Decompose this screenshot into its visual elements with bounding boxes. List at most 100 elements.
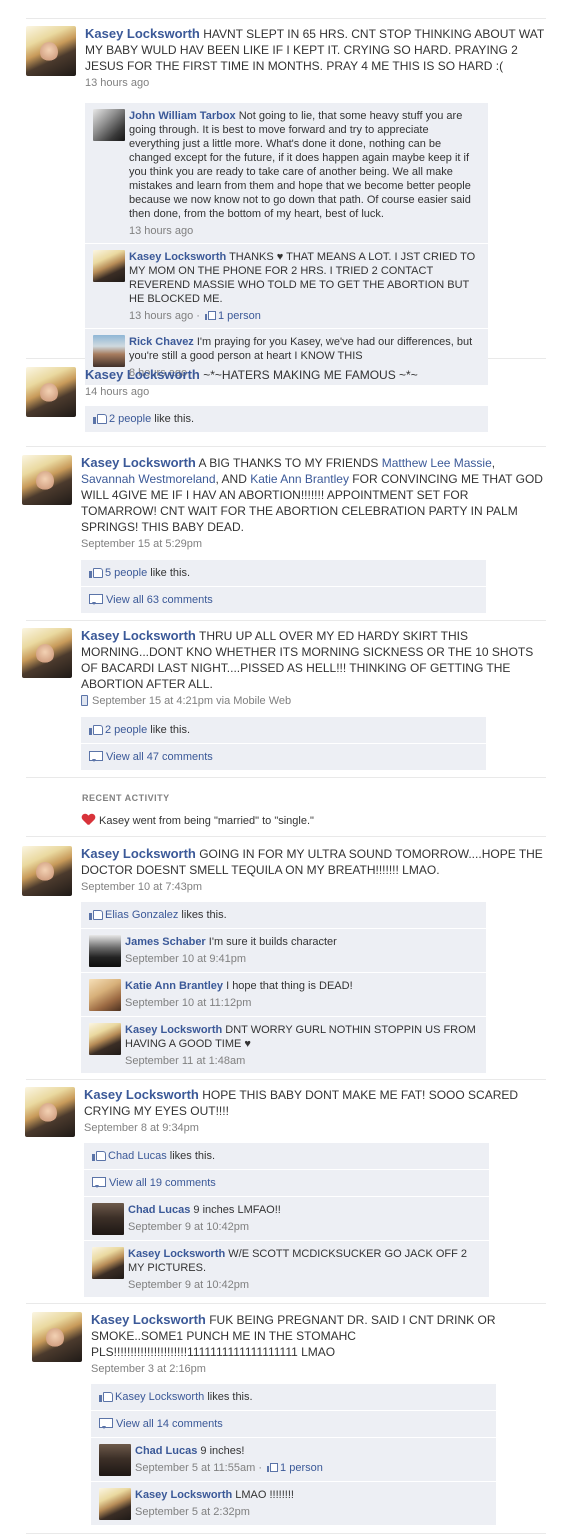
author-link[interactable]: Kasey Locksworth	[85, 26, 200, 41]
comment-text: I hope that thing is DEAD!	[226, 980, 353, 992]
story-body: Kasey Locksworth GOING IN FOR MY ULTRA S…	[81, 846, 546, 1074]
likes-link[interactable]: 5 people	[105, 567, 147, 579]
tagged-friend-link[interactable]: Savannah Westmoreland	[81, 472, 216, 486]
commenter-name[interactable]: James Schaber	[125, 936, 206, 948]
likes-row: Chad Lucas likes this.	[84, 1143, 489, 1170]
comment-time: 13 hours ago	[129, 310, 194, 322]
feedback-box: 2 people like this.	[85, 406, 488, 433]
view-all-comments-row[interactable]: View all 47 comments	[81, 744, 486, 771]
story-body: Kasey Locksworth HAVNT SLEPT IN 65 HRS. …	[85, 26, 546, 386]
timestamp[interactable]: September 15 at 4:21pm	[92, 695, 213, 707]
commenter-avatar[interactable]	[92, 1203, 124, 1235]
like-icon	[92, 1150, 106, 1161]
comment-meta: 13 hours ago · 1 person	[129, 310, 261, 322]
timestamp[interactable]: 13 hours ago	[85, 77, 546, 89]
commenter-avatar[interactable]	[89, 1023, 121, 1055]
feed-divider	[26, 446, 546, 447]
avatar[interactable]	[32, 1312, 82, 1362]
author-link[interactable]: Kasey Locksworth	[84, 1087, 199, 1102]
view-all-comments-link[interactable]: View all 19 comments	[109, 1177, 216, 1189]
timestamp[interactable]: September 15 at 5:29pm	[81, 538, 546, 550]
like-icon	[99, 1391, 113, 1402]
recent-activity-heading: RECENT ACTIVITY	[82, 793, 170, 803]
comment: Chad Lucas 9 inches! September 5 at 11:5…	[91, 1438, 496, 1482]
commenter-name[interactable]: Kasey Locksworth	[129, 251, 226, 263]
status-message: Kasey Locksworth A BIG THANKS TO MY FRIE…	[81, 455, 546, 535]
commenter-avatar[interactable]	[99, 1444, 131, 1476]
commenter-name[interactable]: Katie Ann Brantley	[125, 980, 223, 992]
view-all-comments-link[interactable]: View all 47 comments	[106, 751, 213, 763]
commenter-name[interactable]: Kasey Locksworth	[128, 1248, 225, 1260]
commenter-avatar[interactable]	[89, 979, 121, 1011]
view-all-comments-row[interactable]: View all 19 comments	[84, 1170, 489, 1197]
view-all-comments-row[interactable]: View all 63 comments	[81, 587, 486, 614]
like-icon	[89, 724, 103, 735]
commenter-avatar[interactable]	[92, 1247, 124, 1279]
author-link[interactable]: Kasey Locksworth	[81, 455, 196, 470]
likes-suffix: like this.	[151, 413, 195, 425]
view-all-comments-link[interactable]: View all 63 comments	[106, 594, 213, 606]
commenter-name[interactable]: Kasey Locksworth	[125, 1024, 222, 1036]
avatar[interactable]	[22, 846, 72, 896]
feedback-box: Kasey Locksworth likes this. View all 14…	[91, 1384, 496, 1526]
comment-icon	[99, 1418, 113, 1429]
tagged-friend-link[interactable]: Katie Ann Brantley	[250, 472, 349, 486]
likes-link[interactable]: 2 people	[109, 413, 151, 425]
status-text: ,	[491, 456, 496, 470]
timestamp[interactable]: September 3 at 2:16pm	[91, 1363, 546, 1375]
view-all-comments-row[interactable]: View all 14 comments	[91, 1411, 496, 1438]
via-mobile-web[interactable]: Mobile Web	[233, 695, 291, 707]
avatar[interactable]	[26, 26, 76, 76]
likes-link[interactable]: Kasey Locksworth	[115, 1391, 204, 1403]
avatar[interactable]	[22, 628, 72, 678]
author-link[interactable]: Kasey Locksworth	[81, 628, 196, 643]
status-message: Kasey Locksworth FUK BEING PREGNANT DR. …	[91, 1312, 546, 1360]
commenter-name[interactable]: Chad Lucas	[135, 1445, 197, 1457]
comment: John William Tarbox Not going to lie, th…	[85, 103, 488, 244]
status-text: , AND	[215, 472, 251, 486]
commenter-avatar[interactable]	[93, 335, 125, 367]
comment: Kasey Locksworth W/E SCOTT MCDICKSUCKER …	[84, 1241, 489, 1298]
commenter-name[interactable]: Chad Lucas	[128, 1204, 190, 1216]
timestamp[interactable]: September 10 at 7:43pm	[81, 881, 546, 893]
commenter-avatar[interactable]	[99, 1488, 131, 1520]
comment-text: I'm sure it builds character	[208, 936, 337, 948]
feed-divider	[26, 620, 546, 621]
author-link[interactable]: Kasey Locksworth	[91, 1312, 206, 1327]
likes-row: 5 people like this.	[81, 560, 486, 587]
likes-link[interactable]: 2 people	[105, 724, 147, 736]
comment: Kasey Locksworth THANKS ♥ THAT MEANS A L…	[85, 244, 488, 329]
author-link[interactable]: Kasey Locksworth	[81, 846, 196, 861]
like-icon	[267, 1463, 279, 1472]
avatar[interactable]	[25, 1087, 75, 1137]
like-icon	[89, 567, 103, 578]
commenter-name[interactable]: John William Tarbox	[129, 110, 236, 122]
tagged-friend-link[interactable]: Matthew Lee Massie	[382, 456, 492, 470]
author-link[interactable]: Kasey Locksworth	[85, 367, 200, 382]
commenter-name[interactable]: Rick Chavez	[129, 336, 194, 348]
status-text: ~*~HATERS MAKING ME FAMOUS ~*~	[203, 368, 418, 382]
comment-time: September 10 at 9:41pm	[125, 953, 247, 965]
likes-suffix: likes this.	[166, 1150, 216, 1162]
likes-link[interactable]: Chad Lucas	[108, 1150, 167, 1162]
comment-text: LMAO !!!!!!!!	[235, 1489, 294, 1501]
heart-icon	[82, 814, 95, 826]
feed-divider	[26, 1533, 546, 1534]
commenter-avatar[interactable]	[93, 250, 125, 282]
timestamp[interactable]: September 8 at 9:34pm	[84, 1122, 546, 1134]
status-text: A BIG THANKS TO MY FRIENDS	[198, 456, 382, 470]
view-all-comments-link[interactable]: View all 14 comments	[116, 1418, 223, 1430]
avatar[interactable]	[22, 455, 72, 505]
commenter-avatar[interactable]	[89, 935, 121, 967]
commenter-avatar[interactable]	[93, 109, 125, 141]
comment-likes-link[interactable]: 1 person	[280, 1462, 323, 1474]
likes-link[interactable]: Elias Gonzalez	[105, 909, 178, 921]
avatar[interactable]	[26, 367, 76, 417]
comment-time: September 9 at 10:42pm	[128, 1279, 250, 1291]
comment-likes-link[interactable]: 1 person	[218, 310, 261, 322]
commenter-name[interactable]: Kasey Locksworth	[135, 1489, 232, 1501]
status-message: Kasey Locksworth GOING IN FOR MY ULTRA S…	[81, 846, 546, 878]
comment: Katie Ann Brantley I hope that thing is …	[81, 973, 486, 1017]
via-prefix: via	[213, 695, 234, 707]
timestamp[interactable]: 14 hours ago	[85, 386, 546, 398]
